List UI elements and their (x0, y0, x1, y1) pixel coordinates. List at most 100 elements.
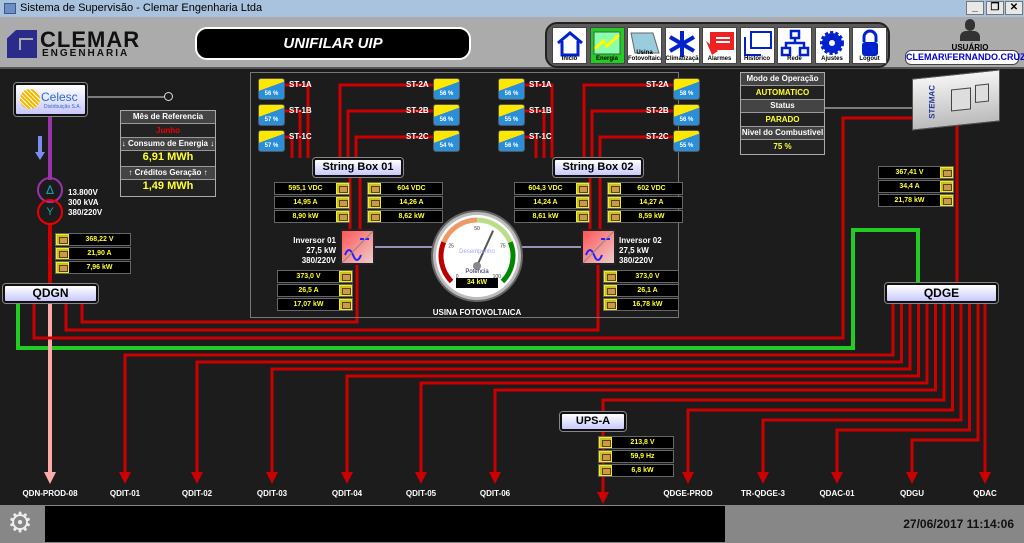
meter-reading: 8,59 kW (607, 210, 683, 223)
meter-reading: 59,9 Hz (598, 450, 674, 463)
meter-reading: 34,4 A (878, 180, 954, 193)
feeder-label-tr-qdge-3[interactable]: TR-QDGE-3 (728, 489, 798, 498)
meter-reading: 21,90 A (55, 247, 131, 260)
string-box-meters-right: 604 VDC 14,26 A 8,62 kW (367, 182, 443, 224)
meter-icon[interactable] (599, 465, 612, 476)
arrow-down-icon (597, 492, 609, 504)
meter-icon[interactable] (940, 181, 953, 192)
qdge-meters: 367,41 V 34,4 A 21,78 kW (878, 166, 954, 208)
meter-icon[interactable] (336, 211, 349, 222)
feeder-label-qdge-prod[interactable]: QDGE-PROD (653, 489, 723, 498)
feeder-wire (835, 303, 971, 472)
feeder-label-qdit-04[interactable]: QDIT-04 (312, 489, 382, 498)
meter-reading: 14,26 A (367, 196, 443, 209)
meter-icon[interactable] (604, 285, 617, 296)
meter-icon[interactable] (336, 183, 349, 194)
meter-icon[interactable] (608, 197, 621, 208)
meter-icon[interactable] (940, 195, 953, 206)
solar-string-st-1b[interactable]: 57 % (258, 104, 285, 126)
feeder-label-qdit-05[interactable]: QDIT-05 (386, 489, 456, 498)
performance-gauge: 0 25 50 75 100 Desempenho Potencia 34 kW (433, 212, 521, 300)
solar-string-st-2b[interactable]: 56 % (673, 104, 700, 126)
solar-string-st-1c[interactable]: 57 % (258, 130, 285, 152)
meter-icon[interactable] (368, 183, 381, 194)
dc-ac-icon (341, 230, 374, 264)
meter-reading: 21,78 kW (878, 194, 954, 207)
meter-icon[interactable] (56, 248, 69, 259)
meter-reading: 8,62 kW (367, 210, 443, 223)
string-box-meters-left: 604,3 VDC 14,24 A 8,61 kW (514, 182, 590, 224)
arrow-down-icon (44, 472, 56, 484)
feeder-label-qdit-03[interactable]: QDIT-03 (237, 489, 307, 498)
settings-gear-icon[interactable]: ⚙ (6, 509, 34, 537)
feeder-label-qdac-01[interactable]: QDAC-01 (802, 489, 872, 498)
meter-icon[interactable] (576, 183, 589, 194)
celesc-utility[interactable]: Celesc Distribuição S.A. (14, 83, 87, 116)
meter-icon (164, 92, 173, 101)
arrow-down-icon (341, 472, 353, 484)
feeder-label-qdac[interactable]: QDAC (950, 489, 1020, 498)
arrow-down-icon (266, 472, 278, 484)
inverter-2-icon[interactable] (581, 229, 616, 265)
feeder-label-qdn-prod-08[interactable]: QDN-PROD-08 (15, 489, 85, 498)
meter-reading: 17,07 kW (277, 298, 353, 311)
meter-icon[interactable] (599, 451, 612, 462)
gauge-value: 34 kW (456, 278, 498, 288)
solar-string-st-1a[interactable]: 56 % (258, 78, 285, 100)
feeder-label-qdit-06[interactable]: QDIT-06 (460, 489, 530, 498)
feeder-label-qdit-02[interactable]: QDIT-02 (162, 489, 232, 498)
meter-icon[interactable] (56, 234, 69, 245)
celesc-sun-icon (20, 89, 40, 109)
solar-string-st-2a[interactable]: 58 % (673, 78, 700, 100)
meter-icon[interactable] (604, 299, 617, 310)
arrow-down-icon (979, 472, 991, 484)
meter-icon[interactable] (339, 271, 352, 282)
feeder-label-qdit-01[interactable]: QDIT-01 (90, 489, 160, 498)
meter-icon[interactable] (599, 437, 612, 448)
feeder-wire (123, 303, 895, 472)
qdge-panel[interactable]: QDGE (885, 283, 998, 303)
meter-icon[interactable] (339, 285, 352, 296)
meter-reading: 604,3 VDC (514, 182, 590, 195)
solar-string-st-1a[interactable]: 56 % (498, 78, 525, 100)
meter-icon[interactable] (576, 211, 589, 222)
feeder-label-qdgu[interactable]: QDGU (877, 489, 947, 498)
meter-icon[interactable] (604, 271, 617, 282)
energy-reference-table: Mês de Referencia Junho ↓ Consumo de Ene… (120, 110, 216, 197)
solar-string-st-1b[interactable]: 55 % (498, 104, 525, 126)
meter-icon[interactable] (336, 197, 349, 208)
pv-title: USINA FOTOVOLTAICA (432, 308, 522, 317)
meter-reading: 602 VDC (607, 182, 683, 195)
generator-image[interactable]: STEMAC (912, 69, 1000, 131)
meter-icon[interactable] (608, 183, 621, 194)
string-box-1[interactable]: String Box 01 (313, 158, 403, 177)
meter-icon[interactable] (368, 197, 381, 208)
inverter-1-icon[interactable] (340, 229, 375, 265)
solar-string-st-1c[interactable]: 56 % (498, 130, 525, 152)
meter-icon[interactable] (56, 262, 69, 273)
qdgn-panel[interactable]: QDGN (3, 284, 98, 303)
meter-icon[interactable] (576, 197, 589, 208)
meter-icon[interactable] (940, 167, 953, 178)
string-box-meters-right: 602 VDC 14,27 A 8,59 kW (607, 182, 683, 224)
solar-string-st-2c[interactable]: 55 % (673, 130, 700, 152)
string-box-2[interactable]: String Box 02 (553, 158, 643, 177)
inverter-1-meters: 373,0 V 26,5 A 17,07 kW (277, 270, 353, 312)
inverter-2-specs: Inversor 02 27,5 kW 380/220V (619, 236, 662, 265)
solar-string-st-2c[interactable]: 54 % (433, 130, 460, 152)
meter-reading: 213,8 V (598, 436, 674, 449)
meter-reading: 14,27 A (607, 196, 683, 209)
meter-icon[interactable] (339, 299, 352, 310)
meter-reading: 7,96 kW (55, 261, 131, 274)
meter-icon[interactable] (368, 211, 381, 222)
arrow-down-icon (682, 472, 694, 484)
string-label: ST-2C (406, 132, 429, 141)
string-label: ST-1A (529, 80, 552, 89)
generator-status-table: Modo de Operação AUTOMATICO Status PARAD… (740, 72, 825, 155)
solar-string-st-2b[interactable]: 56 % (433, 104, 460, 126)
inverter-1-specs: Inversor 01 27,5 kW 380/220V (293, 236, 336, 265)
ups-a-panel[interactable]: UPS-A (560, 412, 626, 431)
meter-icon[interactable] (608, 211, 621, 222)
string-label: ST-1C (529, 132, 552, 141)
solar-string-st-2a[interactable]: 56 % (433, 78, 460, 100)
